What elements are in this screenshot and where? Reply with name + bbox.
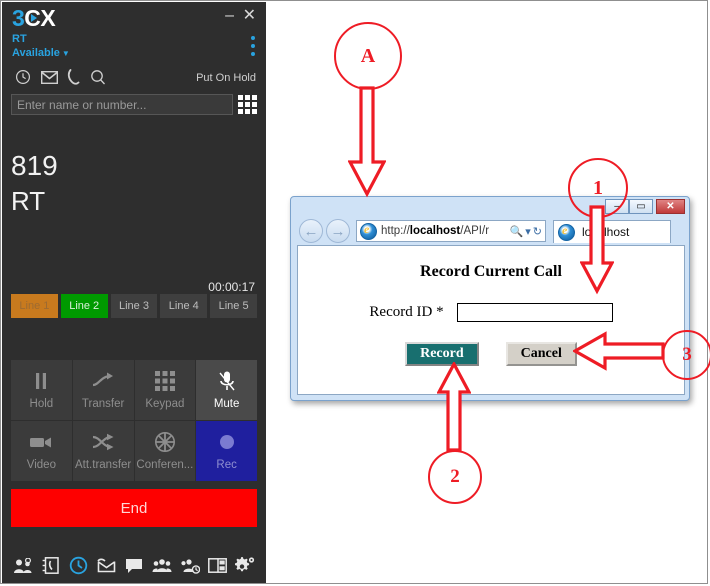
more-options-button[interactable] xyxy=(251,36,255,60)
play-triangle-icon xyxy=(31,14,38,22)
video-button[interactable]: Video xyxy=(11,421,72,481)
annotation-marker-2: 2 xyxy=(428,450,482,504)
annotation-arrow-A xyxy=(348,86,386,198)
record-id-input[interactable] xyxy=(456,303,613,322)
attended-transfer-button[interactable]: Att.transfer xyxy=(72,421,134,481)
keypad-button[interactable]: Keypad xyxy=(134,360,196,420)
line-button-1[interactable]: Line 1 xyxy=(11,294,58,318)
conference-label: Conferen... xyxy=(136,459,194,471)
attended-transfer-icon xyxy=(91,431,115,453)
browser-title-bar: – ▭ ✕ xyxy=(291,197,689,217)
cancel-button[interactable]: Cancel xyxy=(505,342,577,366)
phone-minimize-button[interactable]: – xyxy=(225,7,234,25)
call-number: 819 xyxy=(11,150,58,181)
3cx-logo: 3C X xyxy=(12,5,56,31)
address-bar[interactable]: http://localhost/API/r 🔍 ▾ ↻ xyxy=(356,220,546,242)
conference-icon xyxy=(154,431,176,453)
annotation-arrow-2 xyxy=(437,362,471,452)
chevron-down-icon[interactable]: ▾ xyxy=(525,225,531,238)
presence-label: Available xyxy=(12,47,60,59)
record-dot-icon xyxy=(218,431,236,453)
3cx-phone-panel: 3CX – ✕ RT Available▼ Put On Hold 81 xyxy=(2,2,266,583)
call-duration: 00:00:17 xyxy=(208,280,255,294)
keypad-icon xyxy=(154,370,175,392)
voicemail-icon[interactable] xyxy=(38,69,60,91)
phone-toolbar: Put On Hold xyxy=(2,68,266,94)
put-on-hold-label[interactable]: Put On Hold xyxy=(196,72,256,84)
phone-title-bar: 3C X – ✕ xyxy=(2,2,266,32)
page-title: Record Current Call xyxy=(420,263,562,280)
hold-button[interactable]: Hold xyxy=(11,360,72,420)
line-button-2[interactable]: Line 2 xyxy=(60,294,108,318)
internet-explorer-icon xyxy=(360,222,377,240)
call-caller-name: RT xyxy=(11,186,46,216)
call-icon[interactable] xyxy=(63,69,85,91)
presence-selector[interactable]: Available ▼ xyxy=(12,47,70,59)
annotation-arrow-1 xyxy=(580,205,614,295)
voicemail-icon[interactable] xyxy=(95,555,117,577)
forward-arrow-icon[interactable]: → xyxy=(326,219,350,243)
call-control-row-1: Hold Transfer Keypad Mute xyxy=(11,360,257,420)
record-id-label: Record ID * xyxy=(369,304,444,320)
microphone-muted-icon xyxy=(217,370,237,392)
browser-maximize-button[interactable]: ▭ xyxy=(629,199,653,214)
line-button-4[interactable]: Line 4 xyxy=(160,294,208,318)
url-text: http://localhost/API/r xyxy=(381,225,490,237)
video-label: Video xyxy=(26,459,56,471)
line-button-5[interactable]: Line 5 xyxy=(210,294,257,318)
contacts-icon[interactable] xyxy=(12,555,34,577)
line-buttons: Line 1 Line 2 Line 3 Line 4 Line 5 xyxy=(11,294,257,318)
call-history-icon[interactable] xyxy=(68,555,90,577)
mute-button[interactable]: Mute xyxy=(196,360,257,420)
annotation-arrow-3 xyxy=(573,331,665,371)
internet-explorer-icon xyxy=(558,223,575,241)
keypad-label: Keypad xyxy=(145,398,185,410)
history-icon[interactable] xyxy=(12,69,34,91)
phone-status-row: RT Available ▼ xyxy=(2,32,266,68)
group-timer-icon[interactable] xyxy=(179,555,201,577)
group-icon[interactable] xyxy=(151,555,173,577)
active-call-area: 819 RT 00:00:17 Line 1 Line 2 Line 3 Lin… xyxy=(2,126,266,318)
page-content: Record Current Call Record ID * Record C… xyxy=(297,245,685,395)
annotation-marker-A: A xyxy=(334,22,402,90)
phone-bottom-toolbar xyxy=(2,548,266,583)
user-name: RT xyxy=(12,33,27,45)
mute-label: Mute xyxy=(213,398,240,410)
record-button[interactable]: Rec xyxy=(196,421,257,481)
phone-close-button[interactable]: ✕ xyxy=(243,5,256,25)
phone-search-row xyxy=(11,94,257,120)
conference-button[interactable]: Conferen... xyxy=(134,421,196,481)
search-icon[interactable] xyxy=(87,69,109,91)
annotation-marker-3: 3 xyxy=(662,330,710,380)
chevron-down-icon: ▼ xyxy=(61,49,70,58)
end-call-button[interactable]: End xyxy=(11,489,257,527)
line-button-3[interactable]: Line 3 xyxy=(110,294,158,318)
panel-layout-icon[interactable] xyxy=(206,555,228,577)
pause-icon xyxy=(34,370,48,392)
refresh-icon[interactable]: ↻ xyxy=(533,225,542,238)
record-id-row: Record ID * xyxy=(298,303,684,322)
rec-label: Rec xyxy=(216,459,237,471)
call-control-keys: Hold Transfer Keypad Mute Video Att.tran… xyxy=(11,360,257,482)
transfer-icon xyxy=(91,370,115,392)
dialpad-icon[interactable] xyxy=(238,95,257,114)
transfer-button[interactable]: Transfer xyxy=(72,360,134,420)
search-input[interactable] xyxy=(11,94,233,115)
browser-nav-bar: ← → http://localhost/API/r 🔍 ▾ ↻ localho… xyxy=(291,217,689,245)
video-camera-icon xyxy=(29,431,53,453)
att-transfer-label: Att.transfer xyxy=(75,459,132,471)
call-control-row-2: Video Att.transfer Conferen... Rec xyxy=(11,421,257,481)
magnifier-icon[interactable]: 🔍 xyxy=(510,225,524,238)
hold-label: Hold xyxy=(29,398,54,410)
phonebook-icon[interactable] xyxy=(40,555,62,577)
browser-close-button[interactable]: ✕ xyxy=(656,199,685,214)
settings-icon[interactable] xyxy=(234,555,256,577)
transfer-label: Transfer xyxy=(81,398,125,410)
chat-icon[interactable] xyxy=(123,555,145,577)
back-arrow-icon[interactable]: ← xyxy=(299,219,323,243)
